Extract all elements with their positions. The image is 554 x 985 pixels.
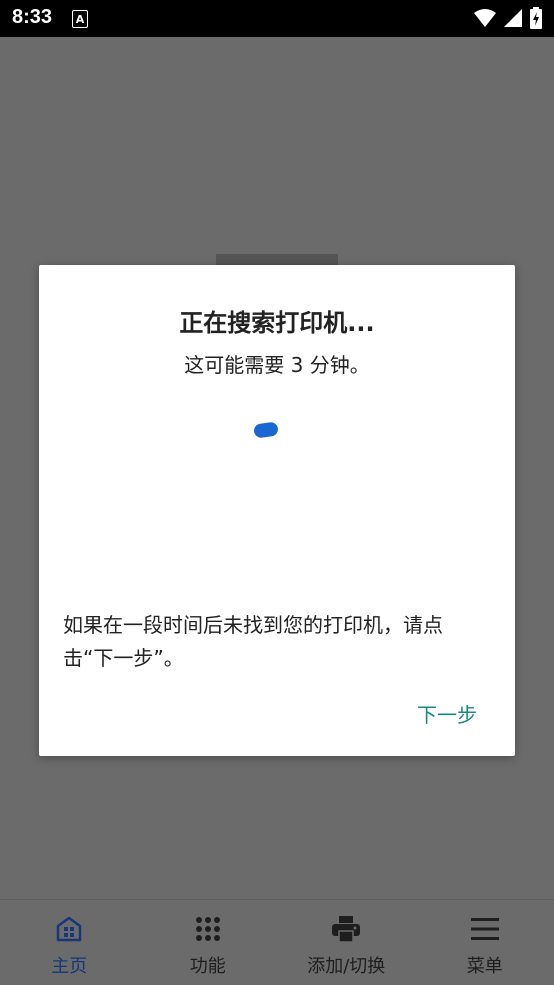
nav-label-add-switch: 添加/切换 [307, 956, 386, 977]
status-icons [474, 7, 542, 29]
printer-icon [331, 914, 361, 944]
wifi-icon [474, 9, 496, 27]
dialog-subtitle: 这可能需要 3 分钟。 [184, 353, 370, 377]
notification-a-icon: A [72, 10, 88, 28]
nav-item-home[interactable]: 主页 [0, 900, 139, 985]
dialog-title: 正在搜索打印机... [179, 309, 375, 337]
nav-label-home: 主页 [51, 956, 88, 977]
dialog-body-text: 如果在一段时间后未找到您的打印机，请点击“下一步”。 [63, 613, 443, 670]
app-screen: 8:33 A 正在搜索打印机... 这可能需要 3 分钟。 如果在一段时间后未找… [0, 0, 554, 985]
home-icon [54, 914, 84, 944]
apps-grid-icon [193, 914, 223, 944]
nav-item-features[interactable]: 功能 [139, 900, 278, 985]
nav-item-menu[interactable]: 菜单 [416, 900, 554, 985]
searching-printer-dialog: 正在搜索打印机... 这可能需要 3 分钟。 如果在一段时间后未找到您的打印机，… [39, 265, 515, 756]
battery-charging-icon [530, 7, 542, 29]
bottom-navigation: 主页 功能 添加/切换 菜单 [0, 899, 554, 985]
signal-icon [504, 9, 522, 27]
nav-item-add-switch[interactable]: 添加/切换 [277, 900, 416, 985]
loading-spinner [253, 421, 279, 439]
status-bar: 8:33 A [0, 0, 554, 37]
menu-icon [470, 914, 500, 944]
status-time: 8:33 [12, 6, 53, 28]
notification-letter: A [75, 12, 85, 26]
nav-label-features: 功能 [189, 956, 226, 977]
next-step-button[interactable]: 下一步 [417, 699, 477, 728]
nav-label-menu: 菜单 [466, 956, 503, 977]
